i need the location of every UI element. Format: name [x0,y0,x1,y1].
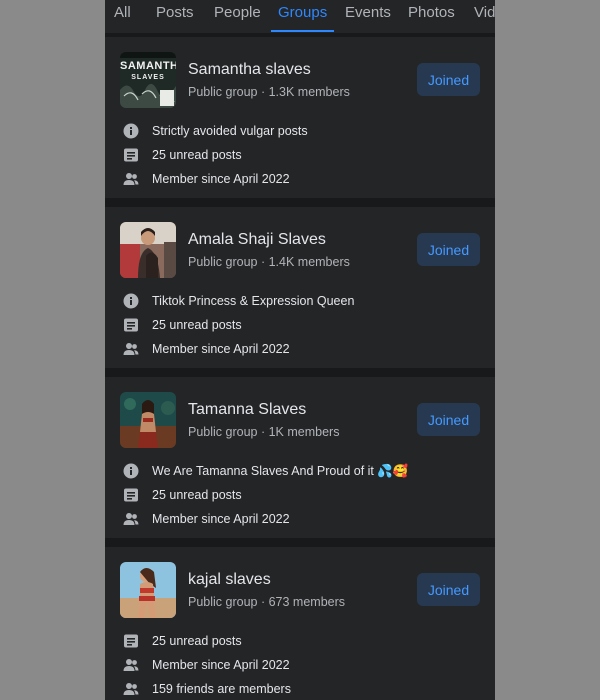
group-detail-row: 25 unread posts [123,487,242,503]
group-meta: Public group · 1.3K members [188,85,350,99]
thumbnail-subtitle-text: SLAVES [131,74,165,81]
posts-icon [124,634,138,648]
group-description: We Are Tamanna Slaves And Proud of it 💦🥰 [152,464,409,478]
group-card[interactable]: kajal slaves Public group · 673 members … [105,547,495,700]
group-card[interactable]: Tamanna Slaves Public group · 1K members… [105,377,495,538]
unread-posts-text: 25 unread posts [152,148,242,162]
group-cover-image [120,392,176,448]
group-detail-row: 25 unread posts [123,633,242,649]
group-name[interactable]: Tamanna Slaves [188,401,306,419]
tab-posts[interactable]: Posts [156,0,194,33]
posts-icon [124,148,138,162]
joined-button[interactable]: Joined [417,233,480,266]
posts-icon [124,488,138,502]
members-icon [123,513,139,525]
group-thumbnail[interactable] [120,562,176,618]
tab-photos[interactable]: Photos [408,0,455,33]
group-card[interactable]: Amala Shaji Slaves Public group · 1.4K m… [105,207,495,368]
group-card[interactable]: SAMANTHA SLAVES Samantha slaves Public g… [105,37,495,198]
group-cover-image [120,222,176,278]
group-detail-row: Member since April 2022 [123,657,290,673]
member-since-text: Member since April 2022 [152,342,290,356]
member-since-text: Member since April 2022 [152,512,290,526]
unread-posts-text: 25 unread posts [152,318,242,332]
group-detail-row: Tiktok Princess & Expression Queen [123,293,354,309]
group-detail-row: 159 friends are members [123,681,291,697]
search-tabs: All Posts People Groups Events Photos Vi… [105,0,495,33]
tab-all[interactable]: All [114,0,131,33]
tab-people[interactable]: People [214,0,261,33]
thumbnail-title-text: SAMANTHA [120,60,176,72]
members-icon [123,173,139,185]
group-name[interactable]: Samantha slaves [188,61,311,79]
group-detail-row: Member since April 2022 [123,171,290,187]
joined-button[interactable]: Joined [417,573,480,606]
info-icon [123,123,139,139]
group-detail-row: 25 unread posts [123,317,242,333]
member-since-text: Member since April 2022 [152,658,290,672]
members-icon [123,683,139,695]
group-thumbnail[interactable] [120,222,176,278]
group-detail-row: Member since April 2022 [123,511,290,527]
group-meta: Public group · 673 members [188,595,346,609]
member-since-text: Member since April 2022 [152,172,290,186]
group-detail-row: 25 unread posts [123,147,242,163]
group-detail-row: Strictly avoided vulgar posts [123,123,308,139]
group-thumbnail[interactable] [120,392,176,448]
group-meta: Public group · 1.4K members [188,255,350,269]
group-name[interactable]: kajal slaves [188,571,271,589]
group-name[interactable]: Amala Shaji Slaves [188,231,326,249]
phone-screen: All Posts People Groups Events Photos Vi… [105,0,495,700]
group-description: Tiktok Princess & Expression Queen [152,294,355,308]
info-icon [123,293,139,309]
unread-posts-text: 25 unread posts [152,488,242,502]
members-icon [123,343,139,355]
posts-icon [124,318,138,332]
friends-members-text: 159 friends are members [152,682,291,696]
members-icon [123,659,139,671]
tab-groups[interactable]: Groups [270,0,335,33]
joined-button[interactable]: Joined [417,403,480,436]
tab-videos[interactable]: Vide [474,0,495,33]
tab-events[interactable]: Events [345,0,391,33]
info-icon [123,463,139,479]
group-cover-image [120,562,176,618]
joined-button[interactable]: Joined [417,63,480,96]
group-detail-row: We Are Tamanna Slaves And Proud of it 💦🥰 [123,463,409,479]
group-description: Strictly avoided vulgar posts [152,124,308,138]
group-thumbnail[interactable]: SAMANTHA SLAVES [120,52,176,108]
group-detail-row: Member since April 2022 [123,341,290,357]
group-meta: Public group · 1K members [188,425,340,439]
unread-posts-text: 25 unread posts [152,634,242,648]
